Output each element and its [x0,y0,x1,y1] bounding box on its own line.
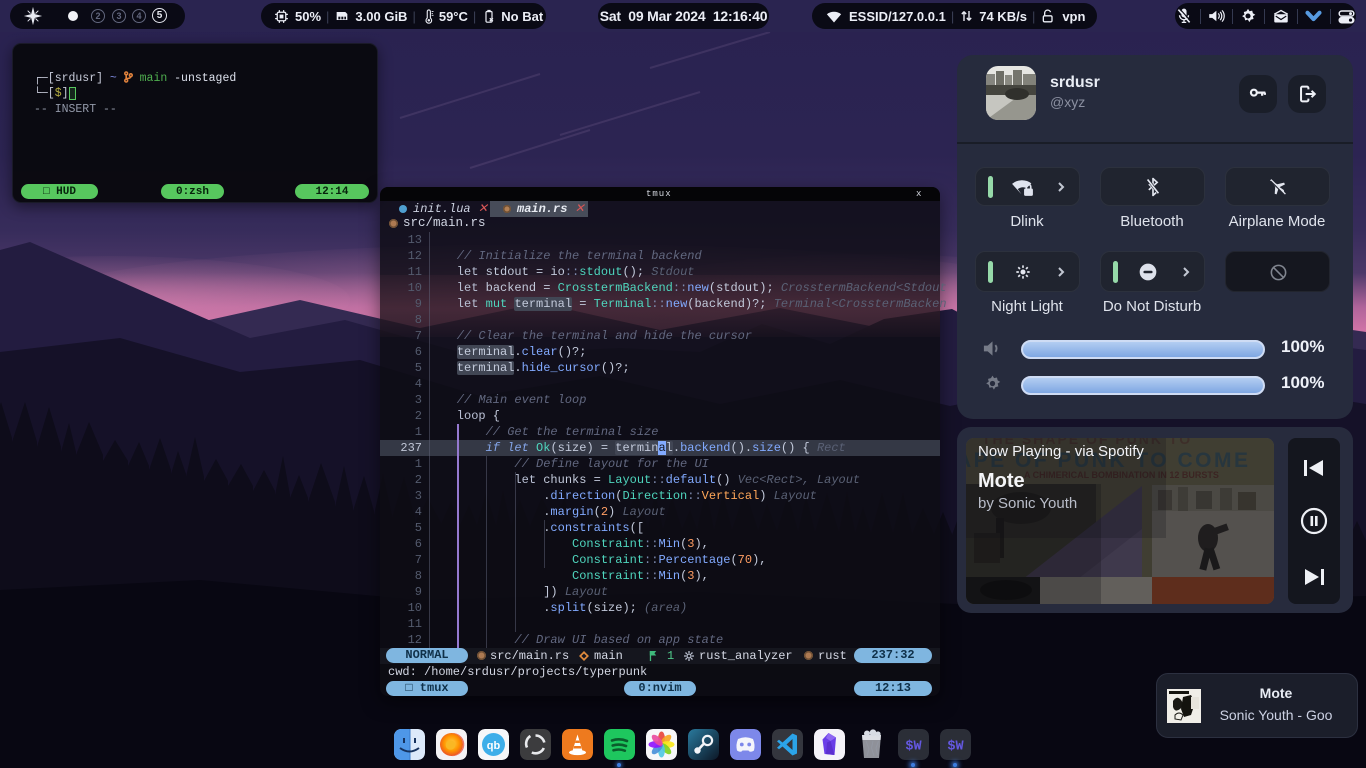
svg-text:$W: $W [905,740,922,755]
svg-text:qb: qb [487,740,501,752]
svg-text:$W: $W [947,740,964,755]
